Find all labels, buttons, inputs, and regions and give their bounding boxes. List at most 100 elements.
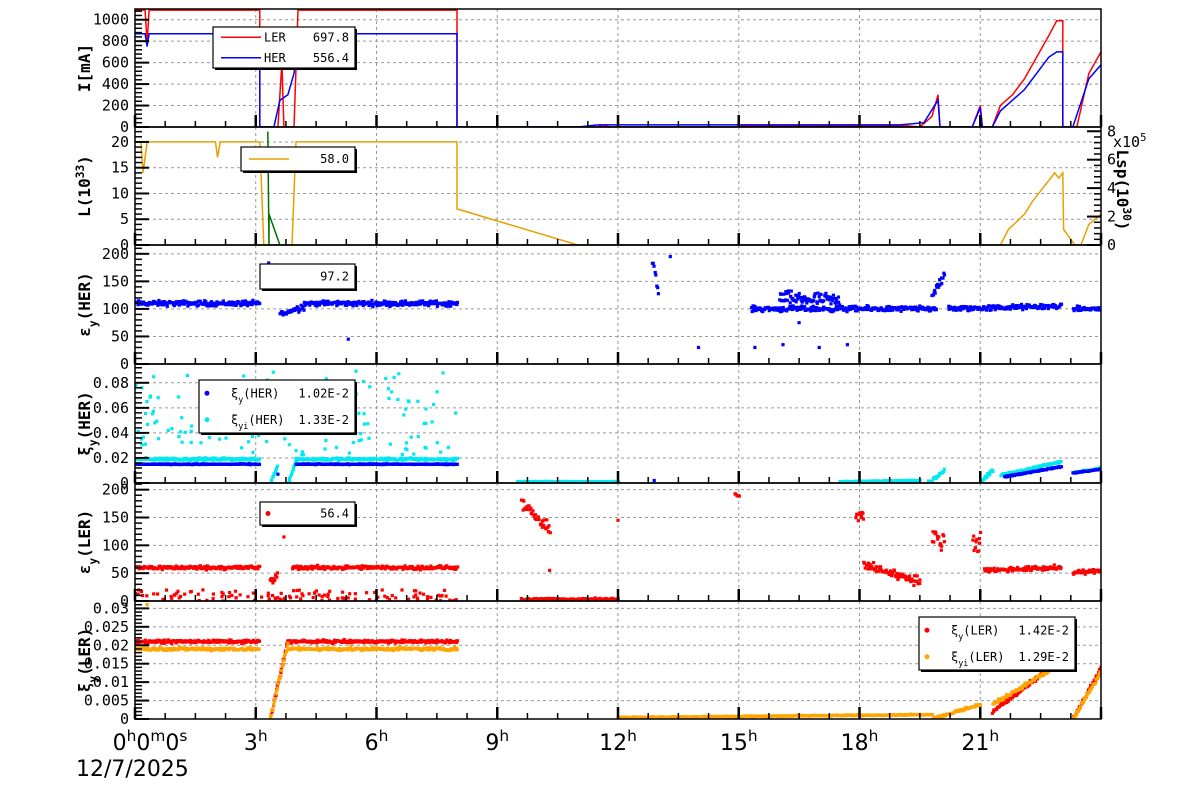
data-point — [280, 669, 284, 673]
data-point — [439, 594, 443, 598]
data-point — [455, 648, 459, 652]
data-point — [294, 449, 298, 453]
data-point — [845, 343, 849, 347]
right-tick-label: 0 — [1107, 236, 1116, 254]
data-point — [859, 514, 864, 518]
data-point — [166, 428, 170, 432]
data-point — [175, 591, 179, 595]
panel-frame — [134, 482, 1102, 602]
data-point — [207, 436, 211, 440]
data-point — [273, 578, 277, 582]
data-point — [442, 588, 447, 592]
data-point — [879, 565, 883, 569]
data-point — [281, 662, 285, 666]
y-tick-label: 0.04 — [93, 424, 129, 442]
data-point — [183, 430, 187, 434]
text-part: LER — [264, 30, 286, 44]
text-part: ε — [75, 565, 94, 575]
data-point — [1019, 302, 1024, 306]
data-point — [347, 451, 351, 455]
data-point — [930, 712, 934, 717]
legend-luminosity: 58.0 — [240, 146, 357, 173]
data-point — [866, 304, 870, 308]
data-point — [384, 376, 388, 381]
data-point — [326, 595, 330, 599]
data-point — [1024, 307, 1028, 311]
panel-luminosity: 05101520L(1033)02468x105Lsp(1030)58.0 — [74, 122, 1147, 254]
y-tick-label: 200 — [102, 97, 129, 115]
data-point — [972, 534, 976, 538]
data-point — [455, 462, 459, 466]
beam-monitor-chart: 12/7/2025 02004006008001000I[mA]LER 697.8… — [74, 8, 1147, 782]
legend-value: 97.2 — [320, 270, 349, 284]
panel-emittance_ler: 050100150200εy(LER) 56.4 — [75, 481, 1103, 610]
data-point — [282, 659, 286, 663]
data-point — [179, 430, 183, 434]
data-point — [439, 450, 443, 454]
data-point — [300, 450, 304, 454]
data-point — [916, 309, 920, 313]
data-point — [402, 413, 406, 417]
data-point — [189, 424, 194, 428]
data-point — [822, 299, 826, 303]
data-point — [934, 308, 938, 312]
data-point — [932, 540, 936, 544]
y-tick-label: 600 — [102, 54, 129, 72]
data-point — [165, 304, 169, 308]
data-point — [279, 591, 283, 595]
data-point — [152, 592, 156, 596]
y-axis-title: I[mA] — [75, 44, 94, 92]
data-point — [308, 303, 312, 307]
data-point — [204, 568, 208, 572]
data-point — [143, 442, 147, 446]
data-point — [288, 596, 293, 600]
data-point — [274, 692, 278, 696]
data-point — [978, 530, 983, 535]
text-part: (HER) — [248, 413, 284, 427]
data-point — [196, 592, 200, 596]
data-point — [390, 390, 394, 394]
data-point — [412, 452, 416, 456]
data-point — [854, 516, 858, 520]
data-point — [177, 303, 181, 307]
data-point — [430, 420, 434, 424]
data-point — [412, 595, 416, 599]
legend-value: 1.33E-2 — [298, 413, 349, 427]
data-point — [199, 441, 203, 445]
text-part: L(10 — [75, 178, 94, 217]
data-point — [441, 371, 445, 375]
data-point — [803, 305, 807, 309]
data-point — [940, 282, 944, 286]
data-point — [454, 411, 458, 415]
data-point — [151, 409, 155, 413]
data-point — [416, 435, 420, 439]
y-tick-label: 100 — [102, 300, 129, 318]
data-point — [797, 321, 801, 325]
legend-tune_shift_her: ξy(HER) 1.02E-2ξyi(HER) 1.33E-2 — [198, 379, 357, 435]
text-part: I[mA] — [75, 44, 94, 92]
legend-emittance_ler: 56.4 — [259, 501, 357, 527]
data-point — [856, 519, 860, 523]
y-tick-label: 150 — [102, 272, 129, 290]
text-part: ξ — [231, 386, 238, 400]
data-point — [323, 447, 327, 451]
data-point — [1059, 302, 1064, 306]
data-point — [307, 592, 311, 596]
data-point — [696, 345, 701, 350]
data-point — [400, 588, 404, 592]
data-point — [276, 682, 280, 686]
data-point — [813, 292, 817, 296]
data-point — [1059, 566, 1063, 570]
data-point — [654, 273, 658, 277]
data-point — [388, 442, 392, 446]
data-point — [400, 452, 404, 457]
data-point — [342, 597, 346, 601]
data-point — [406, 399, 410, 403]
data-point — [276, 687, 280, 691]
data-point — [403, 447, 407, 451]
legend-current: LER 697.8HER 556.4 — [212, 26, 357, 70]
data-point — [269, 714, 273, 718]
legend-value: 58.0 — [320, 152, 349, 166]
data-point — [392, 375, 396, 379]
data-point — [415, 596, 419, 600]
